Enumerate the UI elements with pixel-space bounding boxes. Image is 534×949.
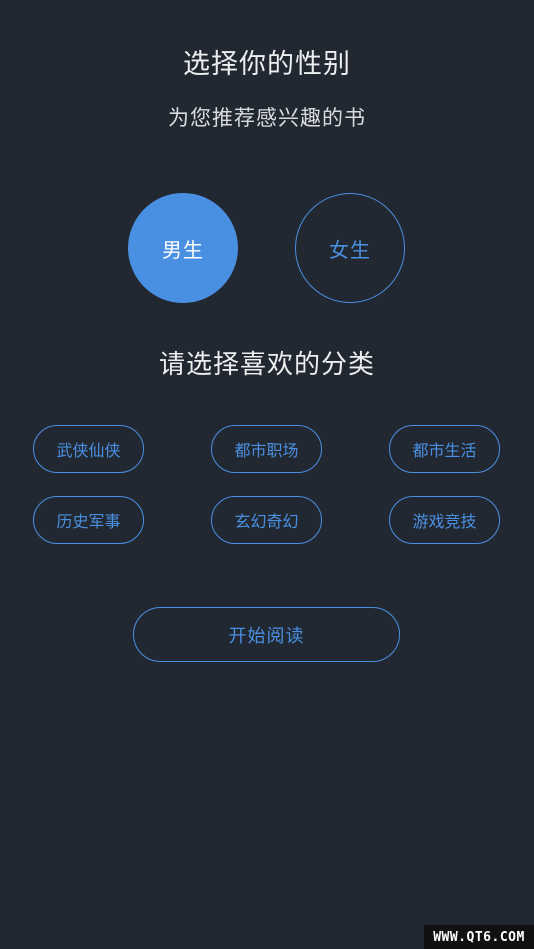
category-section-title: 请选择喜欢的分类 <box>158 350 375 380</box>
gender-female-button[interactable]: 女生 <box>295 193 405 303</box>
category-urban-workplace[interactable]: 都市职场 <box>211 425 322 473</box>
category-gaming[interactable]: 游戏竞技 <box>389 496 500 544</box>
watermark: WWW.QT6.COM <box>424 925 534 949</box>
page-title: 选择你的性别 <box>183 49 351 80</box>
category-history-military[interactable]: 历史军事 <box>33 496 144 544</box>
category-wuxia-xianxia[interactable]: 武侠仙侠 <box>33 425 144 473</box>
start-reading-button[interactable]: 开始阅读 <box>133 607 400 662</box>
category-fantasy[interactable]: 玄幻奇幻 <box>211 496 322 544</box>
page-subtitle: 为您推荐感兴趣的书 <box>168 106 366 130</box>
category-urban-life[interactable]: 都市生活 <box>389 425 500 473</box>
gender-male-button[interactable]: 男生 <box>128 193 238 303</box>
